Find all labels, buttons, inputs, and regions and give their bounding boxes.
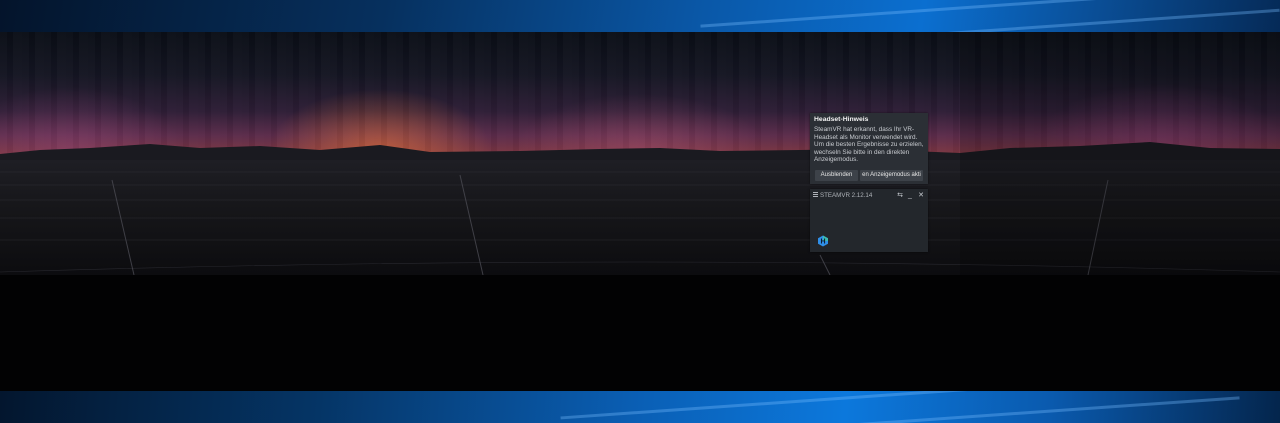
restore-window-icon[interactable]: ⇆	[896, 191, 904, 200]
enable-direct-mode-button[interactable]: en Anzeigemodus akti	[860, 170, 923, 181]
minimize-icon[interactable]: _	[906, 191, 914, 200]
hamburger-menu-icon[interactable]	[813, 192, 818, 197]
hide-button[interactable]: Ausblenden	[815, 170, 858, 181]
vr-side-panel-shade	[960, 32, 1280, 275]
steamvr-title-bar[interactable]: STEAMVR 2.12.14	[813, 192, 872, 199]
headset-letter: H	[820, 239, 825, 246]
notice-title: Headset-Hinweis	[814, 116, 869, 123]
desktop-wallpaper-top	[0, 0, 1280, 32]
steamvr-title: STEAMVR 2.12.14	[820, 192, 873, 199]
headset-icon[interactable]: H	[817, 235, 829, 247]
close-icon[interactable]: ✕	[917, 191, 925, 200]
headset-notice-dialog: Headset-Hinweis SteamVR hat erkannt, das…	[810, 113, 928, 184]
notice-body: SteamVR hat erkannt, dass Ihr VR-Headset…	[814, 126, 924, 164]
vr-lower-black-area	[0, 275, 1280, 391]
vr-mirror-window	[0, 32, 1280, 391]
steamvr-status-window: STEAMVR 2.12.14 ⇆ _ ✕ H	[810, 189, 928, 252]
desktop-wallpaper-bottom	[0, 391, 1280, 423]
